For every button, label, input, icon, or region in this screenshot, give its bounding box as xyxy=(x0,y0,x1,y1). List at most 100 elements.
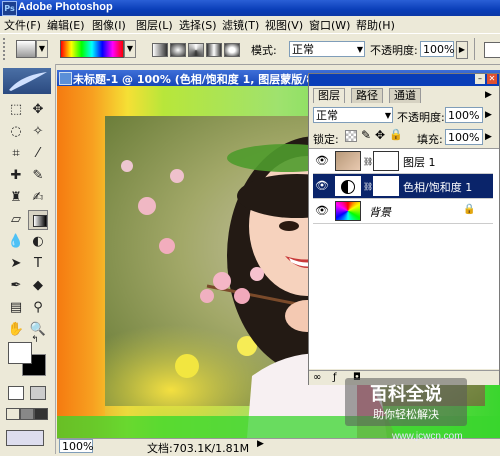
layers-panel: – ✕ 图层 路径 通道 ▶ 正常 ▼ 不透明度: 100% ▶ 锁定: ✎ ✥… xyxy=(308,73,500,385)
blend-mode-value: 正常 xyxy=(316,109,338,122)
layer-opacity-input[interactable]: 100% xyxy=(445,107,483,123)
add-style-icon[interactable]: ƒ xyxy=(333,372,337,383)
preset-dropdown-icon[interactable]: ▼ xyxy=(36,40,48,58)
grip-handle[interactable] xyxy=(3,38,13,60)
toolbox: ⬚ ✥ ◌ ✧ ⌗ ⁄ ✚ ✎ ♜ ✍ ▱ 💧 ◐ ➤ T ✒ ◆ ▤ ⚲ ✋ … xyxy=(0,64,56,454)
menu-layer[interactable]: 图层(L) xyxy=(136,17,173,33)
brush-tool-icon[interactable]: ✎ xyxy=(28,166,48,186)
menu-filter[interactable]: 滤镜(T) xyxy=(222,17,259,33)
standard-mode-icon[interactable] xyxy=(8,386,24,400)
radial-gradient-icon[interactable] xyxy=(170,43,186,57)
fill-input[interactable]: 100% xyxy=(445,129,483,145)
mode-label: 模式: xyxy=(251,44,277,57)
visibility-eye-icon[interactable]: 👁 xyxy=(315,154,329,168)
minimize-icon[interactable]: – xyxy=(475,74,485,84)
window-title-bar: Ps Adobe Photoshop xyxy=(0,0,500,16)
tab-layers[interactable]: 图层 xyxy=(313,88,345,103)
type-tool-icon[interactable]: T xyxy=(28,254,48,274)
shape-tool-icon[interactable]: ◆ xyxy=(28,276,48,296)
menu-file[interactable]: 文件(F) xyxy=(4,17,41,33)
panel-title-bar: – ✕ xyxy=(309,74,499,86)
layer-row-layer1[interactable]: 👁 ⛓ 图层 1 xyxy=(313,149,493,174)
screen-mode-full-menu-icon[interactable] xyxy=(20,408,34,420)
opacity-label: 不透明度: xyxy=(370,44,418,57)
lock-transparency-icon[interactable] xyxy=(345,130,357,142)
blur-tool-icon[interactable]: 💧 xyxy=(6,232,26,252)
healing-brush-icon[interactable]: ✚ xyxy=(6,166,26,186)
clone-stamp-icon[interactable]: ♜ xyxy=(6,188,26,208)
layer-thumbnail xyxy=(335,151,361,171)
lock-move-icon[interactable]: ✥ xyxy=(375,128,385,142)
gradient-tool-preset-icon[interactable] xyxy=(16,40,36,58)
crop-tool-icon[interactable]: ⌗ xyxy=(6,144,26,164)
lock-all-icon[interactable]: 🔒 xyxy=(389,128,403,141)
marquee-tool-icon[interactable]: ⬚ xyxy=(6,100,26,120)
jump-to-imageready-icon[interactable] xyxy=(6,430,44,446)
dodge-tool-icon[interactable]: ◐ xyxy=(28,232,48,252)
menu-edit[interactable]: 编辑(E) xyxy=(47,17,85,33)
swap-colors-icon[interactable]: ↰ xyxy=(28,334,42,346)
reflected-gradient-icon[interactable] xyxy=(206,43,222,57)
visibility-eye-icon[interactable]: 👁 xyxy=(315,179,329,193)
watermark-badge: 百科全说 助你轻松解决 xyxy=(345,378,467,426)
opacity-slider-icon[interactable]: ▶ xyxy=(456,41,468,59)
layer-name: 背景 xyxy=(369,206,391,219)
menu-select[interactable]: 选择(S) xyxy=(179,17,217,33)
photoshop-feather-icon xyxy=(3,68,51,94)
slice-tool-icon[interactable]: ⁄ xyxy=(28,144,48,164)
layer-mask-thumbnail[interactable] xyxy=(373,151,399,171)
history-brush-icon[interactable]: ✍ xyxy=(28,188,48,208)
layer-opacity-label: 不透明度: xyxy=(397,111,445,124)
layer-row-hue-saturation[interactable]: 👁 ⛓ 色相/饱和度 1 xyxy=(313,174,493,199)
link-chain-icon: ⛓ xyxy=(363,182,374,191)
notes-tool-icon[interactable]: ▤ xyxy=(6,298,26,318)
linear-gradient-icon[interactable] xyxy=(152,43,168,57)
move-tool-icon[interactable]: ✥ xyxy=(28,100,48,120)
eraser-tool-icon[interactable]: ▱ xyxy=(6,210,26,230)
layer-mask-thumbnail[interactable] xyxy=(373,176,399,196)
gradient-swatch[interactable] xyxy=(60,40,124,58)
document-title: 未标题-1 @ 100% (色相/饱和度 1, 图层蒙版/8) xyxy=(73,73,319,86)
pen-tool-icon[interactable]: ✒ xyxy=(6,276,26,296)
status-menu-arrow-icon[interactable]: ▶ xyxy=(257,439,264,449)
layer-list: 👁 ⛓ 图层 1 👁 ⛓ 色相/饱和度 1 👁 背景 🔒 xyxy=(309,148,499,369)
watermark-slogan: 助你轻松解决 xyxy=(373,408,439,421)
close-icon[interactable]: ✕ xyxy=(487,74,497,84)
document-icon xyxy=(59,72,72,85)
tab-channels[interactable]: 通道 xyxy=(389,88,421,103)
lock-icon: 🔒 xyxy=(463,204,476,215)
menu-view[interactable]: 视图(V) xyxy=(265,17,303,33)
chevron-down-icon: ▼ xyxy=(356,45,363,54)
gradient-dropdown-icon[interactable]: ▼ xyxy=(124,40,136,58)
lock-paint-icon[interactable]: ✎ xyxy=(361,128,371,142)
gradient-tool-icon[interactable] xyxy=(28,210,48,230)
diamond-gradient-icon[interactable] xyxy=(224,43,240,57)
magic-wand-icon[interactable]: ✧ xyxy=(28,122,48,142)
screen-mode-standard-icon[interactable] xyxy=(6,408,20,420)
zoom-field[interactable]: 100% xyxy=(59,439,93,453)
menu-image[interactable]: 图像(I) xyxy=(92,17,126,33)
layer-name: 色相/饱和度 1 xyxy=(403,181,473,194)
lock-label: 锁定: xyxy=(313,133,339,146)
eyedropper-icon[interactable]: ⚲ xyxy=(28,298,48,318)
reverse-checkbox[interactable] xyxy=(484,42,500,58)
opacity-input[interactable]: 100% xyxy=(420,41,454,57)
fill-slider-icon[interactable]: ▶ xyxy=(485,132,492,142)
layer-row-background[interactable]: 👁 背景 🔒 xyxy=(313,199,493,224)
menu-help[interactable]: 帮助(H) xyxy=(356,17,395,33)
adjustment-layer-icon xyxy=(335,176,361,196)
path-selection-icon[interactable]: ➤ xyxy=(6,254,26,274)
quick-mask-icon[interactable] xyxy=(30,386,46,400)
tab-paths[interactable]: 路径 xyxy=(351,88,383,103)
opacity-slider-icon[interactable]: ▶ xyxy=(485,110,492,120)
blend-mode-select[interactable]: 正常 ▼ xyxy=(313,107,393,123)
visibility-eye-icon[interactable]: 👁 xyxy=(315,204,329,218)
screen-mode-full-icon[interactable] xyxy=(34,408,48,420)
hand-tool-icon[interactable]: ✋ xyxy=(6,320,26,340)
angle-gradient-icon[interactable] xyxy=(188,43,204,57)
mode-select[interactable]: 正常 ▼ xyxy=(289,41,365,57)
panel-menu-icon[interactable]: ▶ xyxy=(485,90,492,100)
menu-window[interactable]: 窗口(W) xyxy=(309,17,350,33)
link-layers-icon[interactable]: ∞ xyxy=(313,372,321,383)
lasso-tool-icon[interactable]: ◌ xyxy=(6,122,26,142)
